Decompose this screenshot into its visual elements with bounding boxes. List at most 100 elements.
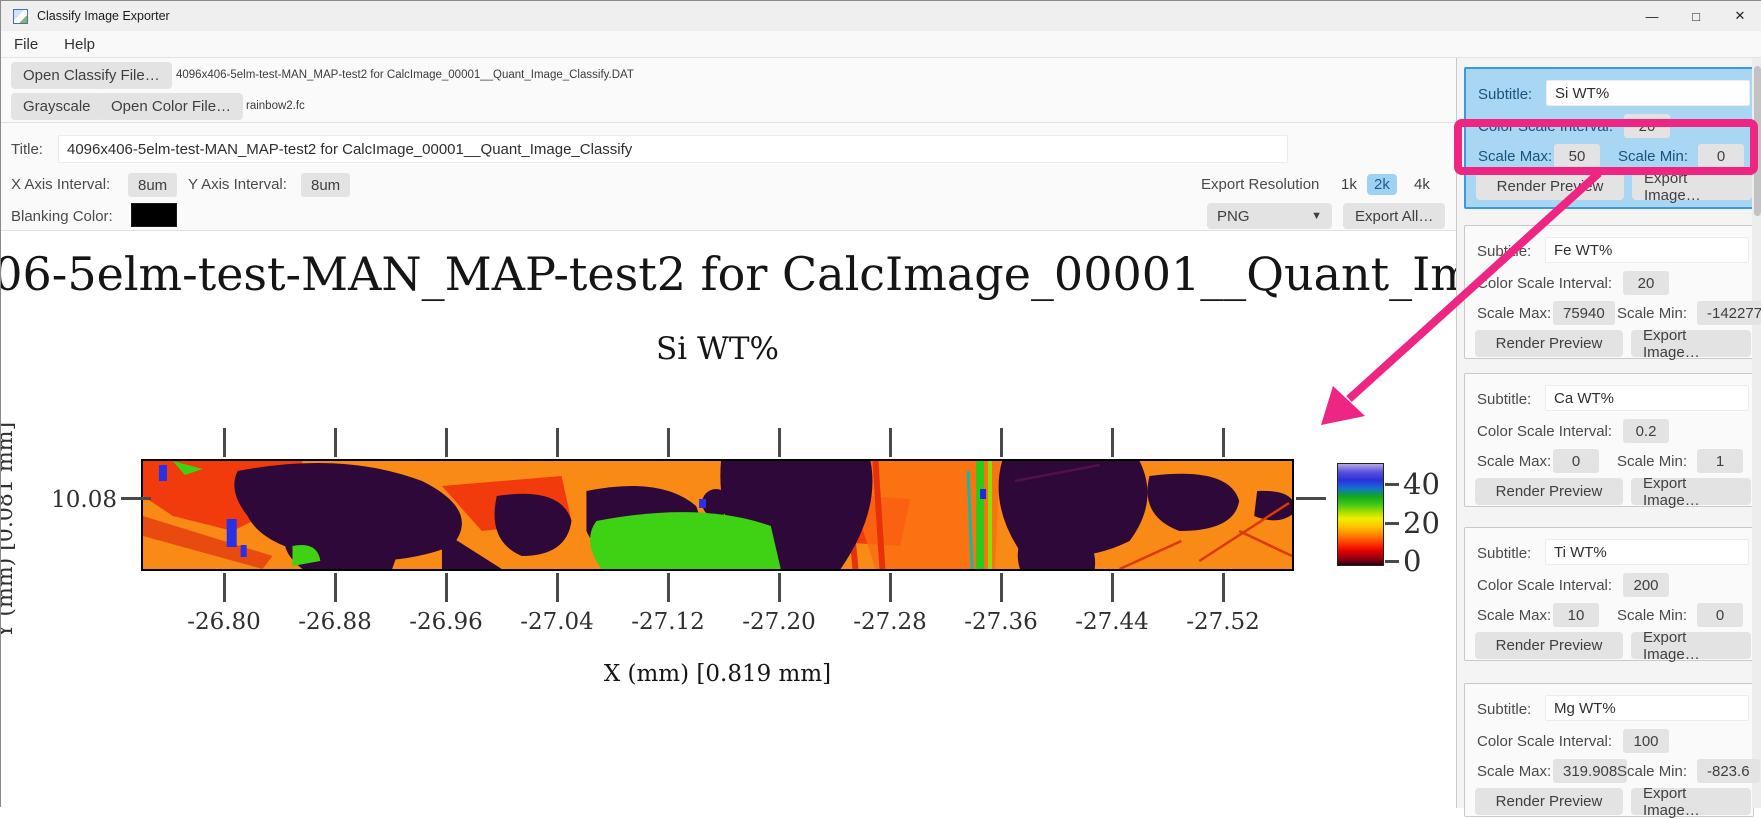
color-scale-interval-label: Color Scale Interval: [1477, 733, 1613, 750]
x-tick-bottom [1222, 573, 1225, 602]
x-axis-title: X (mm) [0.819 mm] [603, 661, 832, 687]
y-tick-label: 10.08 [51, 487, 117, 513]
open-classify-file-button[interactable]: Open Classify File… [11, 62, 172, 89]
render-preview-button[interactable]: Render Preview [1475, 478, 1623, 505]
app-window: { "window": { "title": "Classify Image E… [0, 0, 1761, 819]
x-tick-top [1111, 428, 1114, 457]
color-scale-interval-label: Color Scale Interval: [1477, 577, 1613, 594]
maximize-button[interactable]: □ [1674, 1, 1718, 31]
x-tick-label: -27.44 [1075, 609, 1149, 635]
format-value: PNG [1217, 207, 1250, 225]
x-axis-interval-value[interactable]: 8um [128, 173, 178, 197]
element-panel-mg[interactable]: Subtitle: Color Scale Interval: 100 Scal… [1464, 683, 1760, 819]
element-panel-si[interactable]: Subtitle: Color Scale Interval: 20 Scale… [1464, 67, 1754, 209]
scale-min-label: Scale Min: [1617, 607, 1688, 624]
minimize-button[interactable]: — [1630, 1, 1674, 31]
render-preview-button[interactable]: Render Preview [1475, 632, 1623, 659]
app-icon [13, 8, 28, 24]
x-tick-top [667, 428, 670, 457]
export-image-button[interactable]: Export Image… [1631, 475, 1751, 509]
resolution-4k[interactable]: 4k [1407, 174, 1437, 195]
scale-max-value[interactable]: 0 [1553, 449, 1599, 473]
x-tick-label: -26.88 [298, 609, 372, 635]
scale-min-label: Scale Min: [1617, 453, 1688, 470]
color-file-name: rainbow2.fc [246, 100, 305, 112]
title-input[interactable] [58, 135, 1288, 163]
subtitle-input[interactable] [1545, 237, 1749, 263]
color-scale-interval-value[interactable]: 20 [1623, 271, 1669, 295]
color-scale-interval-value[interactable]: 100 [1623, 729, 1669, 753]
x-tick-label: -26.80 [187, 609, 261, 635]
export-image-button[interactable]: Export Image… [1631, 327, 1751, 361]
format-dropdown[interactable]: PNG ▼ [1207, 203, 1332, 229]
y-tick-right [1296, 497, 1326, 500]
blanking-color-swatch[interactable] [131, 203, 177, 227]
scale-min-value[interactable]: 1 [1697, 449, 1743, 473]
x-tick-top [1222, 428, 1225, 457]
x-tick-top [445, 428, 448, 457]
x-tick-top [334, 428, 337, 457]
colorbar [1337, 463, 1384, 566]
x-tick-bottom [778, 573, 781, 602]
export-image-button[interactable]: Export Image… [1631, 629, 1751, 663]
y-tick-left [121, 497, 151, 500]
scale-max-value[interactable]: 10 [1553, 603, 1599, 627]
scale-min-label: Scale Min: [1617, 305, 1688, 322]
y-axis-interval-label: Y Axis Interval: [188, 176, 287, 193]
render-preview-button[interactable]: Render Preview [1475, 788, 1623, 815]
menu-file[interactable]: File [14, 36, 38, 53]
color-scale-interval-value[interactable]: 20 [1624, 114, 1670, 138]
y-axis-interval-value[interactable]: 8um [301, 173, 351, 197]
scrollbar-thumb[interactable] [1753, 66, 1761, 216]
grayscale-button[interactable]: Grayscale [11, 93, 103, 120]
resolution-2k[interactable]: 2k [1367, 174, 1397, 195]
resolution-1k[interactable]: 1k [1334, 174, 1364, 195]
x-tick-label: -27.12 [631, 609, 705, 635]
export-all-button[interactable]: Export All… [1343, 203, 1446, 229]
x-tick-label: -26.96 [409, 609, 483, 635]
export-image-button[interactable]: Export Image… [1631, 785, 1751, 819]
scale-max-label: Scale Max: [1477, 607, 1552, 624]
element-panel-ti[interactable]: Subtitle: Color Scale Interval: 200 Scal… [1464, 527, 1754, 663]
scale-max-label: Scale Max: [1478, 148, 1553, 165]
scale-min-value[interactable]: -142277 [1697, 301, 1761, 325]
element-map-image[interactable] [141, 459, 1295, 571]
colorbar-label: 20 [1403, 506, 1440, 540]
title-bar: Classify Image Exporter — □ ✕ [1, 1, 1761, 31]
color-scale-interval-label: Color Scale Interval: [1477, 423, 1613, 440]
open-color-file-button[interactable]: Open Color File… [99, 93, 244, 120]
export-resolution-label: Export Resolution [1201, 176, 1320, 193]
sidebar-scrollbar[interactable] [1752, 58, 1761, 808]
render-preview-button[interactable]: Render Preview [1475, 330, 1623, 357]
scale-min-value[interactable]: 0 [1698, 144, 1744, 168]
color-scale-interval-label: Color Scale Interval: [1477, 275, 1613, 292]
element-panel-fe[interactable]: Subtitle: Color Scale Interval: 20 Scale… [1464, 225, 1761, 361]
scale-min-value[interactable]: 0 [1697, 603, 1743, 627]
color-scale-interval-value[interactable]: 0.2 [1623, 419, 1669, 443]
color-scale-interval-value[interactable]: 200 [1623, 573, 1669, 597]
figure-title: 4096x406-5elm-test-MAN_MAP-test2 for Cal… [1, 247, 1456, 301]
scale-max-value[interactable]: 50 [1554, 144, 1600, 168]
export-image-button[interactable]: Export Image… [1632, 170, 1752, 204]
render-preview-button[interactable]: Render Preview [1476, 173, 1624, 200]
x-tick-bottom [445, 573, 448, 602]
x-tick-top [889, 428, 892, 457]
window-title: Classify Image Exporter [37, 9, 170, 23]
subtitle-label: Subtitle: [1478, 86, 1533, 103]
close-button[interactable]: ✕ [1718, 1, 1761, 31]
subtitle-input[interactable] [1545, 385, 1749, 411]
element-sidebar: Subtitle: Color Scale Interval: 20 Scale… [1456, 58, 1761, 819]
scale-max-label: Scale Max: [1477, 305, 1552, 322]
subtitle-input[interactable] [1545, 539, 1749, 565]
scale-max-value[interactable]: 75940 [1553, 301, 1615, 325]
x-tick-label: -27.04 [520, 609, 594, 635]
menu-help[interactable]: Help [64, 36, 95, 53]
scale-min-value[interactable]: -823.6 [1697, 759, 1760, 783]
element-panel-ca[interactable]: Subtitle: Color Scale Interval: 0.2 Scal… [1464, 373, 1754, 509]
subtitle-input[interactable] [1546, 80, 1750, 106]
x-tick-top [556, 428, 559, 457]
title-field-label: Title: [11, 141, 43, 158]
scale-max-label: Scale Max: [1477, 453, 1552, 470]
subtitle-input[interactable] [1545, 695, 1749, 721]
colorbar-tick [1385, 560, 1399, 563]
